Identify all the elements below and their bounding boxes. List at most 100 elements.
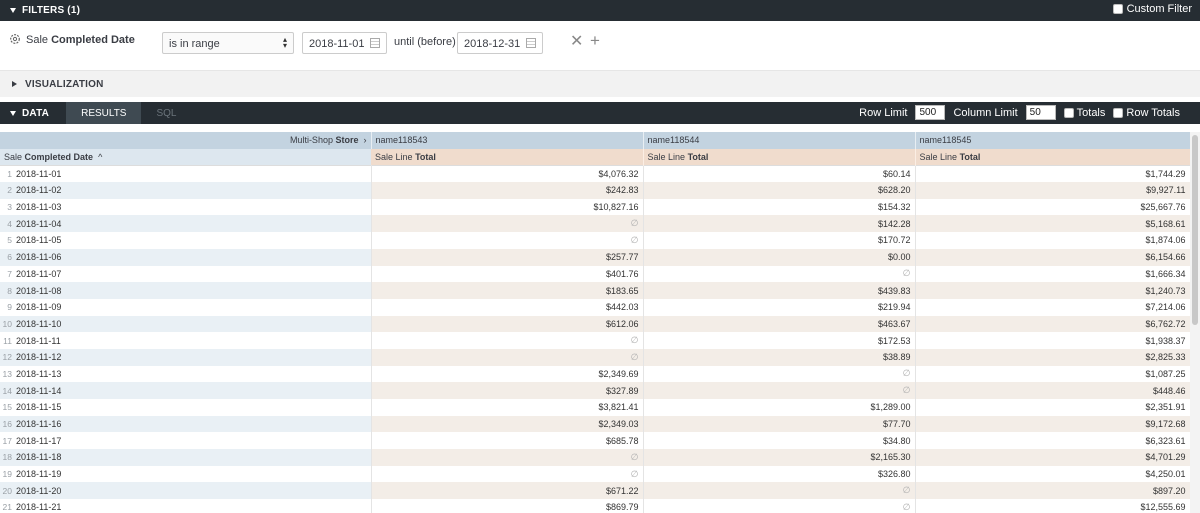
value-cell[interactable]: $9,927.11: [915, 182, 1190, 199]
value-cell[interactable]: $439.83: [643, 282, 916, 299]
value-cell[interactable]: $77.70: [643, 415, 916, 433]
value-cell[interactable]: $2,165.30: [643, 449, 916, 466]
row-limit-input[interactable]: 500: [915, 105, 946, 120]
null-value-cell[interactable]: ∅: [643, 382, 916, 399]
pivot-column-header[interactable]: name118544: [643, 132, 916, 149]
add-filter-icon[interactable]: +: [590, 32, 600, 49]
custom-filter-toggle[interactable]: Custom Filter: [1112, 3, 1192, 15]
value-cell[interactable]: $4,250.01: [915, 465, 1190, 483]
filters-header[interactable]: FILTERS (1) Custom Filter: [0, 0, 1200, 21]
value-cell[interactable]: $1,938.37: [915, 332, 1190, 349]
value-cell[interactable]: $869.79: [371, 499, 644, 513]
value-cell[interactable]: $219.94: [643, 298, 916, 316]
null-value-cell[interactable]: ∅: [371, 348, 644, 366]
value-cell[interactable]: $142.28: [643, 215, 916, 233]
pivot-dimension-header[interactable]: Multi-Shop Store ›: [0, 132, 372, 149]
value-cell[interactable]: $1,087.25: [915, 365, 1190, 383]
value-cell[interactable]: $6,323.61: [915, 432, 1190, 450]
value-cell[interactable]: $628.20: [643, 182, 916, 199]
value-cell[interactable]: $326.80: [643, 465, 916, 483]
date-cell[interactable]: 2018-11-07: [12, 265, 372, 283]
pivot-column-header[interactable]: name118545: [915, 132, 1190, 149]
date-cell[interactable]: 2018-11-06: [12, 248, 372, 266]
custom-filter-checkbox[interactable]: [1112, 4, 1123, 14]
value-cell[interactable]: $4,701.29: [915, 449, 1190, 466]
value-cell[interactable]: $38.89: [643, 348, 916, 366]
sort-ascending-icon[interactable]: ^: [96, 152, 102, 162]
value-cell[interactable]: $7,214.06: [915, 298, 1190, 316]
null-value-cell[interactable]: ∅: [371, 332, 644, 349]
date-cell[interactable]: 2018-11-05: [12, 232, 372, 249]
value-cell[interactable]: $612.06: [371, 315, 644, 333]
measure-column-header[interactable]: Sale Line Total: [371, 148, 644, 166]
measure-column-header[interactable]: Sale Line Total: [915, 148, 1190, 166]
date-cell[interactable]: 2018-11-09: [12, 298, 372, 316]
value-cell[interactable]: $2,349.69: [371, 365, 644, 383]
date-cell[interactable]: 2018-11-18: [12, 449, 372, 466]
value-cell[interactable]: $3,821.41: [371, 399, 644, 416]
row-totals-checkbox[interactable]: [1113, 107, 1124, 118]
value-cell[interactable]: $463.67: [643, 315, 916, 333]
null-value-cell[interactable]: ∅: [643, 365, 916, 383]
value-cell[interactable]: $12,555.69: [915, 499, 1190, 513]
date-cell[interactable]: 2018-11-01: [12, 164, 372, 183]
null-value-cell[interactable]: ∅: [371, 465, 644, 483]
calendar-icon[interactable]: [370, 38, 380, 48]
pivot-column-header[interactable]: name118543: [371, 132, 644, 149]
value-cell[interactable]: $6,154.66: [915, 248, 1190, 266]
value-cell[interactable]: $242.83: [371, 182, 644, 199]
null-value-cell[interactable]: ∅: [643, 499, 916, 513]
value-cell[interactable]: $6,762.72: [915, 315, 1190, 333]
end-date-field[interactable]: 2018-12-31: [457, 32, 543, 54]
value-cell[interactable]: $257.77: [371, 248, 644, 266]
start-date-field[interactable]: 2018-11-01: [302, 32, 387, 54]
value-cell[interactable]: $897.20: [915, 482, 1190, 500]
totals-toggle[interactable]: Totals: [1063, 107, 1105, 119]
date-cell[interactable]: 2018-11-16: [12, 415, 372, 433]
value-cell[interactable]: $10,827.16: [371, 198, 644, 216]
value-cell[interactable]: $5,168.61: [915, 215, 1190, 233]
visualization-header[interactable]: VISUALIZATION: [0, 70, 1200, 97]
vertical-scrollbar[interactable]: [1190, 132, 1200, 513]
filter-operator-select[interactable]: is in range ▴ ▾: [162, 32, 294, 54]
date-cell[interactable]: 2018-11-13: [12, 365, 372, 383]
null-value-cell[interactable]: ∅: [371, 232, 644, 249]
value-cell[interactable]: $2,825.33: [915, 348, 1190, 366]
null-value-cell[interactable]: ∅: [371, 449, 644, 466]
value-cell[interactable]: $327.89: [371, 382, 644, 399]
collapse-caret-icon[interactable]: [10, 8, 16, 13]
value-cell[interactable]: $1,289.00: [643, 399, 916, 416]
value-cell[interactable]: $34.80: [643, 432, 916, 450]
totals-checkbox[interactable]: [1063, 107, 1074, 118]
date-cell[interactable]: 2018-11-11: [12, 332, 372, 349]
value-cell[interactable]: $154.32: [643, 198, 916, 216]
date-cell[interactable]: 2018-11-12: [12, 348, 372, 366]
value-cell[interactable]: $448.46: [915, 382, 1190, 399]
value-cell[interactable]: $60.14: [643, 164, 916, 183]
row-totals-toggle[interactable]: Row Totals: [1113, 107, 1180, 119]
calendar-icon[interactable]: [526, 38, 536, 48]
date-cell[interactable]: 2018-11-20: [12, 482, 372, 500]
value-cell[interactable]: $25,667.76: [915, 198, 1190, 216]
tab-results[interactable]: RESULTS: [66, 102, 142, 124]
tab-sql[interactable]: SQL: [141, 102, 191, 124]
date-cell[interactable]: 2018-11-10: [12, 315, 372, 333]
value-cell[interactable]: $4,076.32: [371, 164, 644, 183]
value-cell[interactable]: $1,744.29: [915, 164, 1190, 183]
value-cell[interactable]: $1,666.34: [915, 265, 1190, 283]
date-cell[interactable]: 2018-11-21: [12, 499, 372, 513]
null-value-cell[interactable]: ∅: [643, 265, 916, 283]
value-cell[interactable]: $1,240.73: [915, 282, 1190, 299]
value-cell[interactable]: $401.76: [371, 265, 644, 283]
value-cell[interactable]: $442.03: [371, 298, 644, 316]
scrollbar-thumb[interactable]: [1192, 135, 1198, 325]
measure-column-header[interactable]: Sale Line Total: [643, 148, 916, 166]
value-cell[interactable]: $172.53: [643, 332, 916, 349]
gear-icon[interactable]: [9, 33, 21, 45]
date-cell[interactable]: 2018-11-02: [12, 182, 372, 199]
value-cell[interactable]: $2,351.91: [915, 399, 1190, 416]
date-cell[interactable]: 2018-11-14: [12, 382, 372, 399]
value-cell[interactable]: $9,172.68: [915, 415, 1190, 433]
null-value-cell[interactable]: ∅: [371, 215, 644, 233]
column-limit-input[interactable]: 50: [1025, 105, 1056, 120]
